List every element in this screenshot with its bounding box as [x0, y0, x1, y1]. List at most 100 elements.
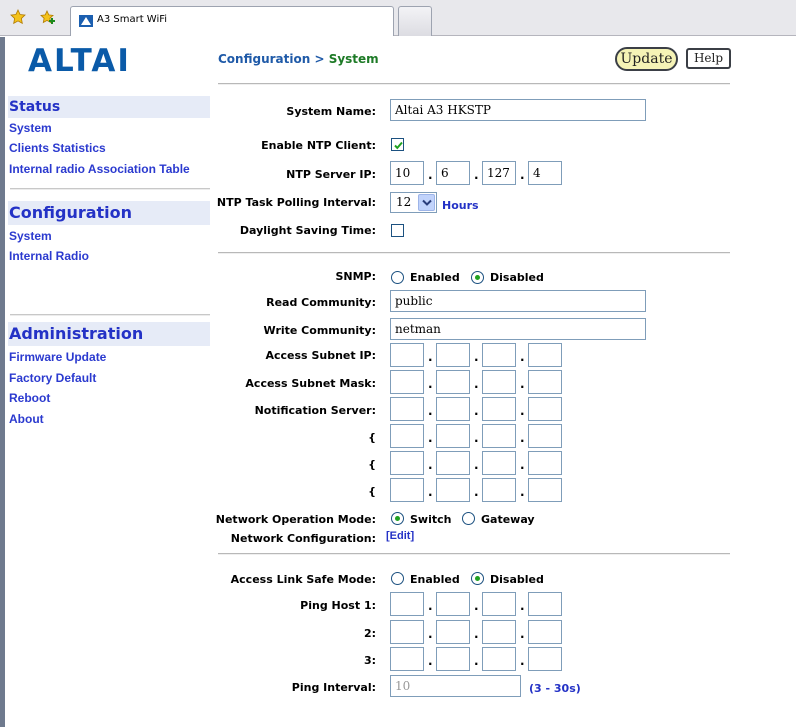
notification-server-2-label: { — [368, 431, 376, 444]
sidebar-item-firmware-update[interactable]: Firmware Update — [9, 350, 106, 364]
ping-host-3-octet-2[interactable] — [436, 647, 470, 671]
sidebar-item-config-system[interactable]: System — [9, 229, 52, 243]
notification-server-2-octet-2[interactable] — [436, 424, 470, 448]
notification-server-2-octet-1[interactable] — [390, 424, 424, 448]
update-button[interactable]: Update — [615, 47, 678, 71]
safe-mode-enabled-label: Enabled — [410, 573, 460, 586]
checkmark-icon — [394, 141, 403, 150]
write-community-input[interactable]: netman — [390, 318, 646, 340]
snmp-enabled-radio[interactable] — [391, 271, 404, 284]
access-subnet-ip-octet-1[interactable] — [390, 343, 424, 367]
notification-server-2-octet-4[interactable] — [528, 424, 562, 448]
polling-interval-select[interactable]: 12 — [390, 192, 437, 213]
notification-server-4-octet-2[interactable] — [436, 478, 470, 502]
network-gateway-radio[interactable] — [462, 512, 475, 525]
notification-server-3-octet-3[interactable] — [482, 451, 516, 475]
notification-server-1-octet-3[interactable] — [482, 397, 516, 421]
access-subnet-ip-octet-2[interactable] — [436, 343, 470, 367]
ping-host-1-label: Ping Host 1: — [300, 599, 376, 612]
ip-dot: . — [520, 627, 525, 641]
ping-host-1-octet-3[interactable] — [482, 592, 516, 616]
add-favorite-icon[interactable] — [40, 9, 56, 25]
system-name-label: System Name: — [286, 105, 376, 118]
notification-server-2-octet-3[interactable] — [482, 424, 516, 448]
sidebar-divider — [10, 314, 210, 316]
access-subnet-ip-octet-4[interactable] — [528, 343, 562, 367]
access-subnet-mask-octet-2[interactable] — [436, 370, 470, 394]
sidebar-divider — [10, 188, 210, 190]
ping-host-3-octet-4[interactable] — [528, 647, 562, 671]
ping-host-3-octet-1[interactable] — [390, 647, 424, 671]
ping-host-1-octet-4[interactable] — [528, 592, 562, 616]
snmp-disabled-radio[interactable] — [471, 271, 484, 284]
ping-host-3-label: 3: — [363, 654, 376, 667]
read-community-label: Read Community: — [266, 296, 376, 309]
access-subnet-mask-octet-1[interactable] — [390, 370, 424, 394]
notification-server-3-octet-1[interactable] — [390, 451, 424, 475]
ping-host-2-octet-4[interactable] — [528, 620, 562, 644]
section-divider — [218, 83, 730, 85]
ntp-enable-label: Enable NTP Client: — [261, 139, 376, 152]
chevron-down-icon[interactable] — [418, 194, 435, 211]
access-subnet-mask-octet-3[interactable] — [482, 370, 516, 394]
ping-host-3-octet-3[interactable] — [482, 647, 516, 671]
notification-server-4-octet-4[interactable] — [528, 478, 562, 502]
notification-server-3-octet-2[interactable] — [436, 451, 470, 475]
ping-interval-input[interactable]: 10 — [390, 675, 521, 697]
new-tab-button[interactable] — [398, 6, 432, 36]
help-button[interactable]: Help — [686, 48, 731, 69]
sidebar-item-about[interactable]: About — [9, 412, 44, 426]
ping-host-1-octet-1[interactable] — [390, 592, 424, 616]
ip-dot: . — [474, 654, 479, 668]
network-switch-label: Switch — [410, 513, 452, 526]
ip-dot: . — [520, 350, 525, 364]
tab-a3-smart-wifi[interactable]: A3 Smart WiFi — [70, 6, 394, 36]
polling-interval-value: 12 — [396, 195, 412, 209]
notification-server-1-octet-2[interactable] — [436, 397, 470, 421]
ip-dot: . — [428, 350, 433, 364]
sidebar-item-reboot[interactable]: Reboot — [9, 391, 50, 405]
ntp-server-octet-2[interactable]: 6 — [436, 161, 470, 185]
read-community-input[interactable]: public — [390, 290, 646, 312]
ip-dot: . — [520, 431, 525, 445]
dst-checkbox[interactable] — [391, 224, 404, 237]
subnet-ip-label: Access Subnet IP: — [265, 349, 377, 362]
ip-dot: . — [474, 485, 479, 499]
sidebar-item-association-table[interactable]: Internal radio Association Table — [9, 162, 190, 176]
network-switch-radio[interactable] — [391, 512, 404, 525]
sidebar-item-clients-statistics[interactable]: Clients Statistics — [9, 141, 106, 155]
notification-server-label: Notification Server: — [254, 404, 376, 417]
breadcrumb: Configuration > System — [218, 52, 379, 66]
ntp-server-octet-4[interactable]: 4 — [528, 161, 562, 185]
network-mode-label: Network Operation Mode: — [215, 513, 376, 526]
network-config-edit-link[interactable]: [Edit] — [386, 530, 414, 542]
ip-dot: . — [520, 599, 525, 613]
notification-server-3-octet-4[interactable] — [528, 451, 562, 475]
ntp-enable-checkbox[interactable] — [391, 138, 404, 151]
sidebar-item-internal-radio[interactable]: Internal Radio — [9, 249, 89, 263]
ping-host-1-octet-2[interactable] — [436, 592, 470, 616]
notification-server-1-octet-4[interactable] — [528, 397, 562, 421]
notification-server-3-label: { — [368, 458, 376, 471]
access-subnet-ip-octet-3[interactable] — [482, 343, 516, 367]
ping-host-2-octet-2[interactable] — [436, 620, 470, 644]
safe-mode-disabled-radio[interactable] — [471, 572, 484, 585]
notification-server-4-octet-1[interactable] — [390, 478, 424, 502]
sidebar-item-status-system[interactable]: System — [9, 121, 52, 135]
ntp-server-octet-3[interactable]: 127 — [482, 161, 516, 185]
ip-dot: . — [474, 377, 479, 391]
sidebar-item-factory-default[interactable]: Factory Default — [9, 371, 96, 385]
section-divider — [218, 553, 730, 555]
favorites-star-icon[interactable] — [10, 9, 26, 25]
ping-host-2-octet-1[interactable] — [390, 620, 424, 644]
notification-server-4-octet-3[interactable] — [482, 478, 516, 502]
ntp-server-octet-1[interactable]: 10 — [390, 161, 424, 185]
ip-dot: . — [520, 458, 525, 472]
access-subnet-mask-octet-4[interactable] — [528, 370, 562, 394]
notification-server-1-octet-1[interactable] — [390, 397, 424, 421]
ping-host-2-octet-3[interactable] — [482, 620, 516, 644]
safe-mode-disabled-label: Disabled — [490, 573, 544, 586]
system-name-input[interactable]: Altai A3 HKSTP — [390, 99, 646, 121]
ntp-server-label: NTP Server IP: — [286, 168, 376, 181]
safe-mode-enabled-radio[interactable] — [391, 572, 404, 585]
